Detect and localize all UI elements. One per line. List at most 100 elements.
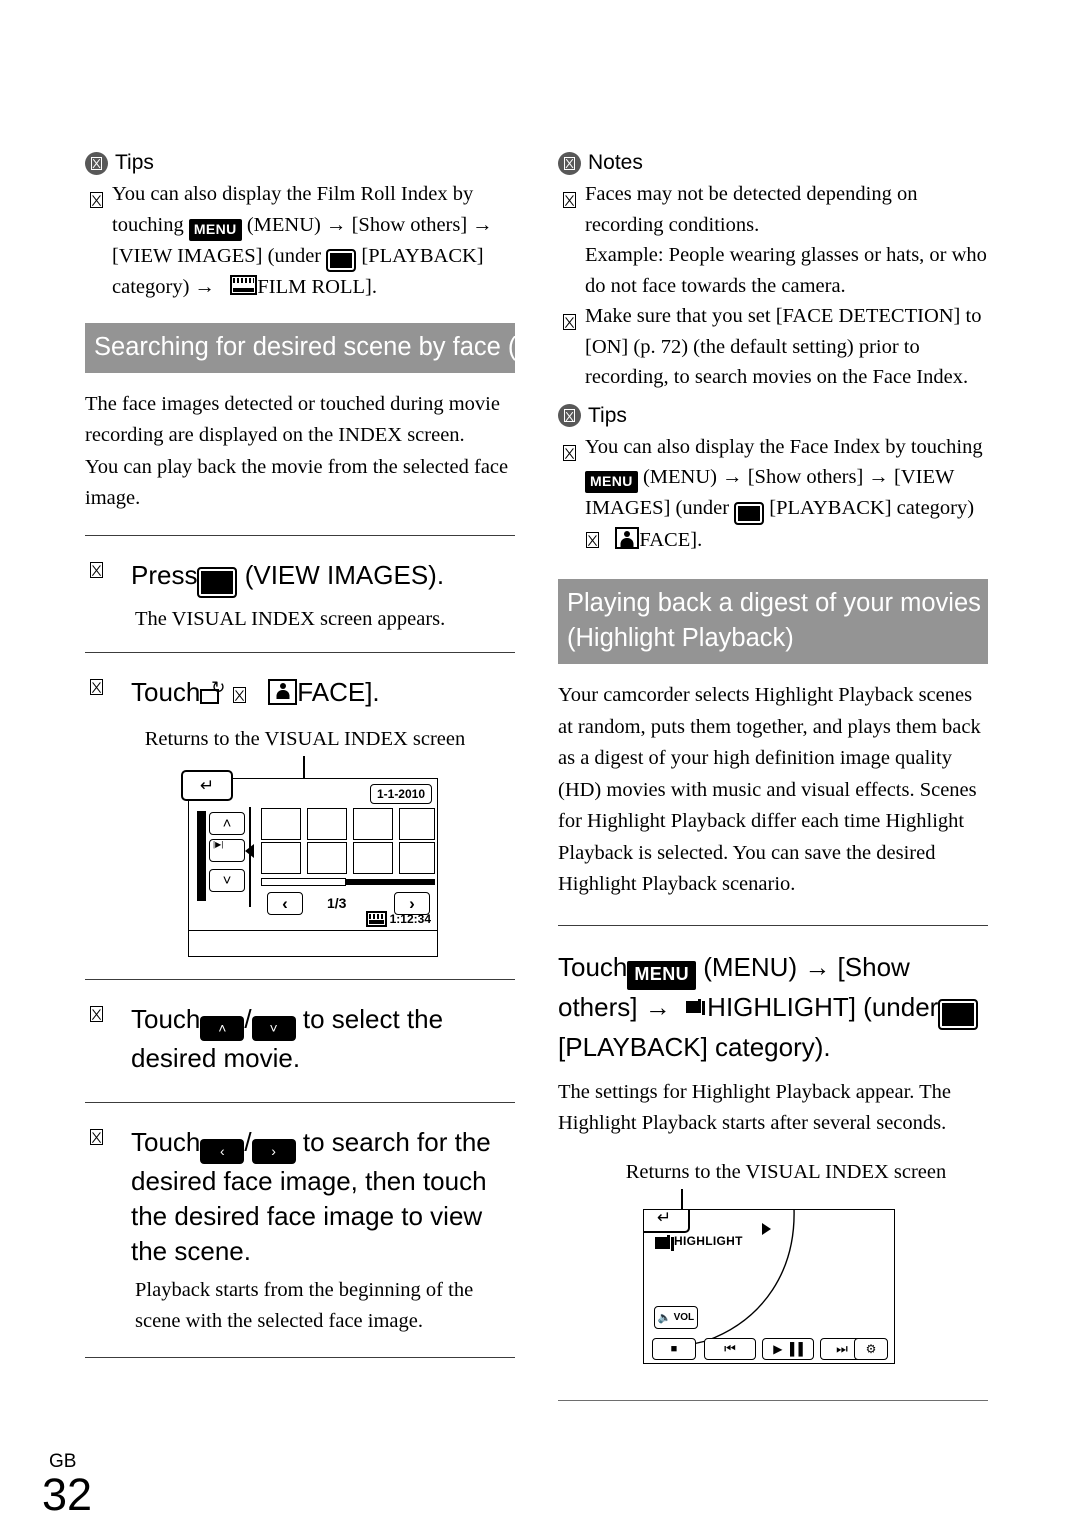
speaker-icon: 🔈: [657, 1312, 672, 1324]
thumbnail[interactable]: [353, 808, 393, 840]
back-button[interactable]: ↵: [181, 770, 233, 801]
figure-caption: Returns to the VISUAL INDEX screen: [144, 728, 466, 750]
face-index-icon: [615, 526, 640, 549]
previous-button[interactable]: ⏮: [704, 1338, 756, 1360]
play-pause-button[interactable]: ▶ ▐▐: [762, 1338, 814, 1360]
step-number-icon: [85, 679, 107, 698]
page-number: 32: [42, 1469, 93, 1520]
menu-icon: MENU: [585, 471, 638, 493]
tip-text-line3: IMAGES] (under: [585, 497, 730, 519]
manual-page: Tips You can also display the Film Roll …: [0, 0, 1080, 1535]
highlight-mode-label: HIGHLIGHT: [654, 1234, 743, 1249]
tip-text-line1: You can also display the Film Roll Index…: [112, 183, 474, 205]
tips-callout-right: Tips You can also display the Face Index…: [558, 403, 988, 556]
prev-page-label: ‹: [282, 893, 288, 913]
stop-label: ■: [670, 1343, 678, 1355]
tip-text-line1: You can also display the Face Index by t…: [585, 435, 983, 458]
divider: [85, 534, 515, 536]
thumbnail[interactable]: [399, 808, 435, 840]
visual-index-figure: Returns to the VISUAL INDEX screen ↵ 1-1…: [85, 724, 515, 957]
lcd-screen-highlight: ↵ HIGHLIGHT 🔈 VOL ■ ⏮ ▶ ▐▐ ⏭ ⚙: [643, 1209, 895, 1364]
list-item: You can also display the Film Roll Index…: [85, 179, 515, 303]
back-button[interactable]: ↵: [644, 1210, 690, 1233]
view-images-icon: [326, 249, 357, 272]
notes-callout-title: Notes: [588, 151, 643, 174]
note-example-1: Example: People wearing glasses or hats,…: [585, 244, 987, 297]
menu-icon: MENU: [627, 960, 696, 990]
notes-callout: Notes Faces may not be detected dependin…: [558, 150, 988, 393]
scroll-up-button[interactable]: ˄: [209, 812, 245, 835]
thumbnail[interactable]: [307, 808, 347, 840]
step-2-arrow: [232, 677, 247, 707]
section-heading-highlight-playback: Playing back a digest of your movies (Hi…: [558, 579, 988, 664]
notes-callout-heading: Notes: [558, 150, 988, 176]
step-4: Touch ‹ / › to search for the desired face …: [85, 1125, 515, 1337]
highlight-icon: [654, 1234, 670, 1249]
scroll-down-key-icon: ˅: [251, 1016, 296, 1041]
date-badge: 1-1-2010: [370, 784, 432, 804]
step-4-title-pre: Touch: [131, 1127, 201, 1157]
intro-paragraph-1: The face images detected or touched duri…: [85, 392, 500, 447]
step-1-title-pre: Press: [131, 559, 198, 590]
step-number-icon: [85, 561, 107, 581]
play-indicator-icon: [762, 1223, 771, 1235]
tips-bullet-list: You can also display the Face Index by t…: [558, 432, 988, 556]
options-button[interactable]: ⚙: [854, 1338, 888, 1360]
volume-button[interactable]: 🔈 VOL: [654, 1306, 698, 1329]
face-index-icon: [268, 679, 298, 705]
tips-callout-title: Tips: [588, 403, 627, 427]
divider: [85, 979, 515, 980]
step-highlight-body: The settings for Highlight Playback appe…: [558, 1081, 952, 1134]
note-text-1: Faces may not be detected depending on r…: [585, 183, 918, 236]
tips-callout-left: Tips You can also display the Film Roll …: [85, 150, 515, 303]
highlight-mode-text: HIGHLIGHT: [674, 1234, 743, 1248]
tip-text-line4-pre: [585, 529, 600, 551]
movie-icon: [365, 911, 387, 927]
figure-caption: Returns to the VISUAL INDEX screen: [625, 1161, 947, 1183]
prev-page-button[interactable]: ‹: [267, 892, 303, 915]
scroll-down-button[interactable]: ˅: [209, 869, 245, 892]
thumbnail[interactable]: [261, 842, 301, 874]
tip-text-line3-post: [PLAYBACK]: [361, 244, 484, 267]
step-highlight-title-hl: HIGHLIGHT] (under: [707, 991, 939, 1022]
step-1-title: Press (VIEW IMAGES).: [85, 558, 515, 598]
duration-readout: 1:12:34: [365, 911, 431, 927]
lcd-bottom-bezel: [188, 931, 438, 957]
tips-callout-title: Tips: [115, 151, 154, 174]
notes-bullet-list: Faces may not be detected depending on r…: [558, 179, 988, 393]
bullet-marker-icon: [562, 307, 577, 338]
index-mode-button[interactable]: |▶|: [209, 839, 245, 862]
tip-text-line2-post: (MENU) → [Show others] →: [246, 213, 493, 236]
scroll-up-label: ˄: [222, 815, 232, 832]
step-1: Press (VIEW IMAGES). The VISUAL INDEX sc…: [85, 558, 515, 636]
divider: [85, 652, 515, 653]
bullet-marker-icon: [562, 438, 577, 469]
index-switch-icon: [200, 679, 225, 704]
thumbnail[interactable]: [307, 842, 347, 874]
playback-category-icon: [938, 999, 979, 1030]
stop-button[interactable]: ■: [652, 1338, 696, 1360]
intro-paragraph-2: You can play back the movie from the sel…: [85, 455, 509, 510]
highlight-playback-figure: Returns to the VISUAL INDEX screen ↵ HIG…: [558, 1157, 988, 1364]
duration-text: 1:12:34: [389, 912, 431, 926]
list-item: Make sure that you set [FACE DETECTION] …: [558, 301, 988, 393]
bullet-marker-icon: [562, 185, 577, 216]
step-1-body: The VISUAL INDEX screen appears.: [135, 608, 446, 630]
step-number-icon: [85, 1129, 107, 1148]
step-4-title: Touch ‹ / › to search for the desired face …: [85, 1125, 515, 1269]
view-images-button-icon: [197, 567, 238, 598]
step-2-title-pre: Touch: [131, 677, 201, 707]
thumbnail[interactable]: [261, 808, 301, 840]
tip-text-line4-post: FILM ROLL].: [257, 276, 377, 298]
step-number-icon: [85, 1006, 107, 1025]
thumbnail[interactable]: [353, 842, 393, 874]
tip-text-line4-pre: category) →: [112, 276, 216, 298]
step-2: Touch FACE]. Returns to the VISUAL INDEX…: [85, 675, 515, 957]
step-1-title-post: (VIEW IMAGES).: [244, 559, 445, 590]
selection-pointer-icon: [245, 844, 254, 858]
step-4-body: Playback starts from the beginning of th…: [135, 1279, 474, 1332]
scroll-down-label: ˅: [222, 872, 232, 889]
step-2-title: Touch FACE].: [85, 675, 515, 710]
film-roll-icon: [230, 275, 258, 295]
thumbnail[interactable]: [399, 842, 435, 874]
